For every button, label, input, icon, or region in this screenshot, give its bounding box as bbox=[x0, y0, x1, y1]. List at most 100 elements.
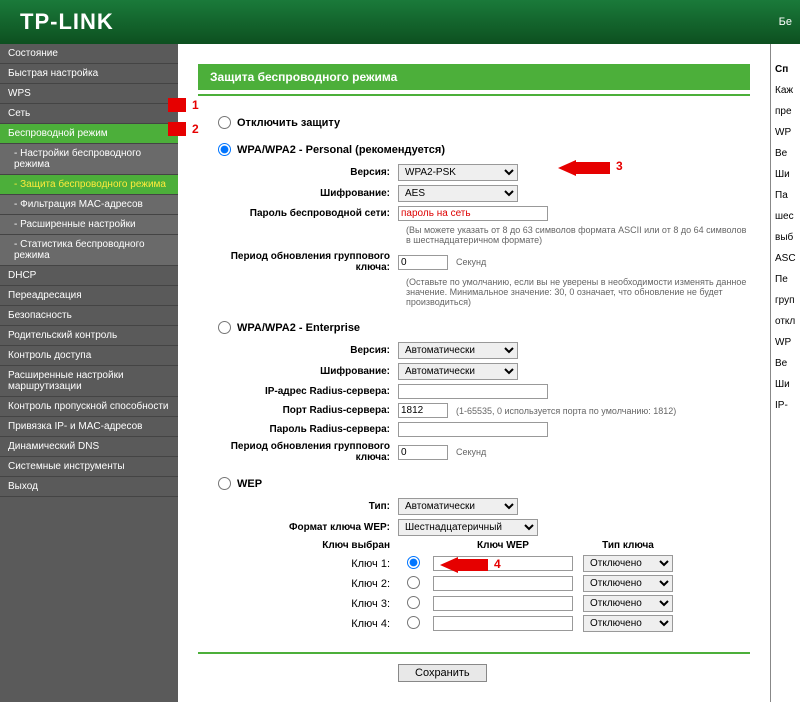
wep-key-type-select-1[interactable]: Отключено bbox=[583, 555, 673, 572]
marker-2-num: 2 bbox=[192, 122, 199, 136]
marker-4-num: 4 bbox=[494, 557, 501, 571]
marker-1-num: 1 bbox=[192, 98, 199, 112]
radius-port-input[interactable] bbox=[398, 403, 448, 418]
wep-selected-header: Ключ выбран bbox=[298, 540, 398, 551]
ent-group-label: Период обновления группового ключа: bbox=[198, 441, 398, 463]
help-fragment: Па bbox=[775, 190, 796, 201]
wep-key-radio-1[interactable] bbox=[407, 556, 420, 569]
sidebar-item-3[interactable]: Сеть bbox=[0, 104, 178, 124]
disable-radio[interactable] bbox=[218, 116, 231, 129]
personal-version-select[interactable]: WPA2-PSK bbox=[398, 164, 518, 181]
marker-2-block bbox=[168, 122, 186, 136]
help-fragment: Пе bbox=[775, 274, 796, 285]
radius-port-label: Порт Radius-сервера: bbox=[198, 405, 398, 416]
personal-radio[interactable] bbox=[218, 143, 231, 156]
wep-key-label: Ключ 3: bbox=[298, 598, 398, 610]
help-fragment: Ши bbox=[775, 169, 796, 180]
sidebar-item-1[interactable]: Быстрая настройка bbox=[0, 64, 178, 84]
help-fragment: ASC bbox=[775, 253, 796, 264]
ent-version-select[interactable]: Автоматически bbox=[398, 342, 518, 359]
marker-3-arrow-head bbox=[558, 160, 576, 176]
sidebar-item-12[interactable]: Безопасность bbox=[0, 306, 178, 326]
sidebar-item-15[interactable]: Расширенные настройки маршрутизации bbox=[0, 366, 178, 397]
help-fragment: Ве bbox=[775, 148, 796, 159]
sidebar-item-6[interactable]: - Защита беспроводного режима bbox=[0, 175, 178, 195]
help-fragment: пре bbox=[775, 106, 796, 117]
help-fragment: груп bbox=[775, 295, 796, 306]
radius-pwd-label: Пароль Radius-сервера: bbox=[198, 424, 398, 435]
sidebar-item-13[interactable]: Родительский контроль bbox=[0, 326, 178, 346]
wep-key-radio-4[interactable] bbox=[407, 616, 420, 629]
help-fragment: шес bbox=[775, 211, 796, 222]
sidebar-item-0[interactable]: Состояние bbox=[0, 44, 178, 64]
sidebar-item-20[interactable]: Выход bbox=[0, 477, 178, 497]
sidebar-item-5[interactable]: - Настройки беспроводного режима bbox=[0, 144, 178, 175]
ent-encryption-label: Шифрование: bbox=[198, 366, 398, 377]
wep-type-label: Тип: bbox=[198, 501, 398, 512]
disable-label: Отключить защиту bbox=[237, 117, 340, 129]
radius-ip-label: IP-адрес Radius-сервера: bbox=[198, 386, 398, 397]
help-fragment: IP- bbox=[775, 400, 796, 411]
help-fragment: WP bbox=[775, 337, 796, 348]
marker-3-num: 3 bbox=[616, 159, 623, 173]
marker-4-arrow-head bbox=[440, 557, 458, 573]
ent-group-unit: Секунд bbox=[456, 447, 486, 457]
divider bbox=[198, 94, 750, 96]
sidebar-item-10[interactable]: DHCP bbox=[0, 266, 178, 286]
sidebar-item-19[interactable]: Системные инструменты bbox=[0, 457, 178, 477]
sidebar-item-8[interactable]: - Расширенные настройки bbox=[0, 215, 178, 235]
personal-encryption-select[interactable]: AES bbox=[398, 185, 518, 202]
enterprise-radio[interactable] bbox=[218, 321, 231, 334]
sidebar-item-7[interactable]: - Фильтрация MAC-адресов bbox=[0, 195, 178, 215]
wireless-password-input[interactable] bbox=[398, 206, 548, 221]
password-hint: (Вы можете указать от 8 до 63 символов ф… bbox=[406, 225, 750, 245]
ent-encryption-select[interactable]: Автоматически bbox=[398, 363, 518, 380]
sidebar-item-17[interactable]: Привязка IP- и MAC-адресов bbox=[0, 417, 178, 437]
radius-ip-input[interactable] bbox=[398, 384, 548, 399]
wep-type-header: Тип ключа bbox=[578, 540, 678, 551]
sidebar-item-2[interactable]: WPS bbox=[0, 84, 178, 104]
personal-group-input[interactable] bbox=[398, 255, 448, 270]
help-fragment: Сп bbox=[775, 64, 796, 75]
marker-1-block bbox=[168, 98, 186, 112]
wep-key-row-3: Ключ 3: Отключено bbox=[298, 595, 750, 612]
wep-key-header: Ключ WEP bbox=[428, 540, 578, 551]
wep-type-select[interactable]: Автоматически bbox=[398, 498, 518, 515]
wep-key-row-4: Ключ 4: Отключено bbox=[298, 615, 750, 632]
wep-key-radio-2[interactable] bbox=[407, 576, 420, 589]
ent-version-label: Версия: bbox=[198, 345, 398, 356]
ent-group-input[interactable] bbox=[398, 445, 448, 460]
sidebar-item-18[interactable]: Динамический DNS bbox=[0, 437, 178, 457]
group-hint: (Оставьте по умолчанию, если вы не увере… bbox=[406, 277, 750, 307]
radius-pwd-input[interactable] bbox=[398, 422, 548, 437]
wep-key-type-select-4[interactable]: Отключено bbox=[583, 615, 673, 632]
wep-key-input-4[interactable] bbox=[433, 616, 573, 631]
encryption-label: Шифрование: bbox=[198, 188, 398, 199]
enterprise-title: WPA/WPA2 - Enterprise bbox=[237, 322, 360, 334]
sidebar-item-14[interactable]: Контроль доступа bbox=[0, 346, 178, 366]
page-title: Защита беспроводного режима bbox=[198, 64, 750, 90]
wep-key-type-select-3[interactable]: Отключено bbox=[583, 595, 673, 612]
sidebar-item-9[interactable]: - Статистика беспроводного режима bbox=[0, 235, 178, 266]
radius-port-hint: (1-65535, 0 используется порта по умолча… bbox=[456, 406, 676, 416]
personal-title: WPA/WPA2 - Personal (рекомендуется) bbox=[237, 144, 445, 156]
sidebar-item-16[interactable]: Контроль пропускной способности bbox=[0, 397, 178, 417]
help-fragment: выб bbox=[775, 232, 796, 243]
help-panel: СпКажпреWPВеШиПашесвыбASCПегрупотклWPВеШ… bbox=[770, 44, 800, 702]
wep-key-radio-3[interactable] bbox=[407, 596, 420, 609]
wep-key-label: Ключ 4: bbox=[298, 618, 398, 630]
wep-format-label: Формат ключа WEP: bbox=[198, 522, 398, 533]
wep-radio[interactable] bbox=[218, 477, 231, 490]
sidebar: СостояниеБыстрая настройкаWPSСетьБеспров… bbox=[0, 44, 178, 702]
wep-key-row-1: Ключ 1:Отключено bbox=[298, 555, 750, 572]
wep-key-input-3[interactable] bbox=[433, 596, 573, 611]
save-button[interactable]: Сохранить bbox=[398, 664, 487, 682]
sidebar-item-11[interactable]: Переадресация bbox=[0, 286, 178, 306]
sidebar-item-4[interactable]: Беспроводной режим bbox=[0, 124, 178, 144]
brand-logo: TP-LINK bbox=[20, 9, 114, 35]
wep-format-select[interactable]: Шестнадцатеричный bbox=[398, 519, 538, 536]
help-fragment: Каж bbox=[775, 85, 796, 96]
help-fragment: Ве bbox=[775, 358, 796, 369]
group-key-label: Период обновления группового ключа: bbox=[198, 251, 398, 273]
version-label: Версия: bbox=[198, 167, 398, 178]
